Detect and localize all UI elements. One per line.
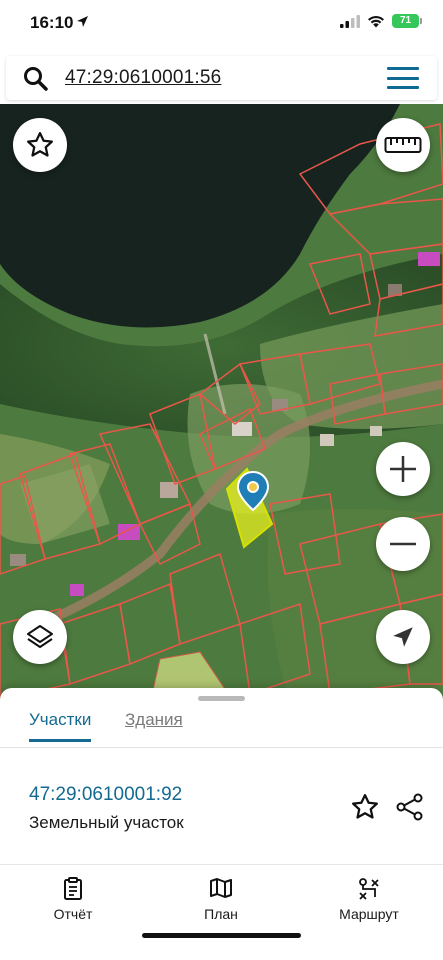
zoom-out-button[interactable] <box>376 517 430 571</box>
status-indicators: 71 <box>340 14 422 28</box>
sheet-grabber[interactable] <box>198 696 245 701</box>
location-arrow-icon <box>77 16 88 27</box>
report-clipboard-icon <box>64 877 82 900</box>
menu-icon[interactable] <box>387 67 419 89</box>
nav-plan-label: План <box>204 906 238 922</box>
nav-report-label: Отчёт <box>53 906 93 922</box>
ruler-icon <box>384 137 422 153</box>
star-icon[interactable] <box>350 792 380 822</box>
home-indicator <box>142 933 301 938</box>
wifi-icon <box>368 15 384 27</box>
locate-button[interactable] <box>376 610 430 664</box>
layers-button[interactable] <box>13 610 67 664</box>
satellite-map[interactable] <box>0 104 443 704</box>
star-icon <box>27 132 53 157</box>
search-bar[interactable]: 47:29:0610001:56 <box>6 56 437 100</box>
layers-icon <box>27 625 53 648</box>
ruler-button[interactable] <box>376 118 430 172</box>
route-icon <box>359 878 379 900</box>
search-query[interactable]: 47:29:0610001:56 <box>65 67 221 89</box>
status-bar: 16:10 71 <box>0 0 443 50</box>
tab-parcels[interactable]: Участки <box>29 710 92 742</box>
search-icon[interactable] <box>23 66 49 92</box>
status-time: 16:10 <box>30 13 74 32</box>
tab-buildings[interactable]: Здания <box>125 710 183 739</box>
signal-icon <box>340 14 360 28</box>
navigation-arrow-icon <box>393 627 413 647</box>
bottom-sheet: Участки Здания 47:29:0610001:92 Земельны… <box>0 688 443 960</box>
zoom-in-button[interactable] <box>376 442 430 496</box>
map-view[interactable] <box>0 104 443 704</box>
tabs: Участки Здания <box>0 706 443 748</box>
bottom-nav: Отчёт План Маршрут <box>0 864 443 960</box>
minus-icon <box>390 542 416 546</box>
nav-route-label: Маршрут <box>339 906 399 922</box>
share-icon[interactable] <box>395 792 425 822</box>
plus-icon <box>390 456 416 482</box>
map-plan-icon <box>210 878 232 898</box>
battery-indicator: 71 <box>392 14 422 28</box>
favorite-button[interactable] <box>13 118 67 172</box>
parcel-type: Земельный участок <box>29 813 184 832</box>
parcel-number-link[interactable]: 47:29:0610001:92 <box>29 784 182 806</box>
